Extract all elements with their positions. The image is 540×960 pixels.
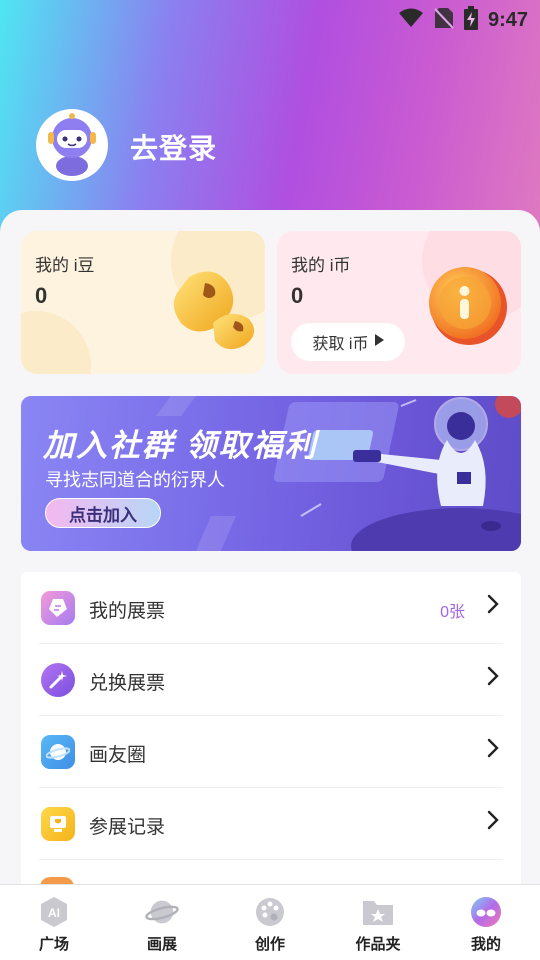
- tab-label-square: 广场: [38, 936, 69, 953]
- community-banner[interactable]: 加入社群 领取福利 寻找志同道合的衍界人 点击加入: [21, 396, 521, 551]
- play-arrow-icon: [374, 333, 384, 351]
- menu-label-exhibition-record: 参展记录: [89, 817, 166, 838]
- magic-wand-icon: [41, 663, 75, 697]
- battery-charging-icon: [463, 6, 478, 35]
- banner-subtitle: 寻找志同道合的衍界人: [45, 470, 225, 490]
- svg-text:AI: AI: [48, 906, 60, 920]
- tab-label-exhibition: 画展: [146, 936, 177, 953]
- beans-title: 我的 i豆: [35, 256, 95, 275]
- trophy-icon: [41, 807, 75, 841]
- beans-value: 0: [35, 283, 48, 308]
- menu-label-my-tickets: 我的展票: [89, 601, 166, 622]
- coin-icon: [427, 265, 509, 352]
- tab-label-mine: 我的: [470, 936, 501, 953]
- get-coins-label: 获取 i币: [312, 336, 369, 353]
- palette-icon: [253, 895, 287, 929]
- menu-item-redeem-tickets[interactable]: 兑换展票: [21, 644, 521, 716]
- chevron-right-icon: [487, 738, 499, 763]
- folder-star-icon: [361, 895, 395, 929]
- login-link[interactable]: 去登录: [130, 127, 217, 167]
- planet-icon: [145, 895, 179, 929]
- tab-square[interactable]: AI 广场: [0, 885, 108, 960]
- coins-card[interactable]: 我的 i币 0 获取 i币: [277, 231, 521, 374]
- menu-label-redeem-tickets: 兑换展票: [89, 673, 166, 694]
- tab-mine[interactable]: 我的: [432, 885, 540, 960]
- tab-create[interactable]: 创作: [216, 885, 324, 960]
- chevron-right-icon: [487, 666, 499, 691]
- tab-label-collection: 作品夹: [355, 936, 401, 953]
- avatar[interactable]: [36, 109, 108, 181]
- tab-collection[interactable]: 作品夹: [324, 885, 432, 960]
- banner-title: 加入社群 领取福利: [43, 428, 318, 463]
- bottom-tab-bar: AI 广场 画展 创作 作品夹 我的: [0, 884, 540, 960]
- status-time: 9:47: [487, 9, 528, 31]
- wifi-icon: [398, 8, 424, 33]
- coins-value: 0: [291, 283, 304, 308]
- no-sim-icon: [434, 7, 454, 34]
- planet-icon: [41, 735, 75, 769]
- tab-label-create: 创作: [254, 936, 285, 953]
- mine-avatar-icon: [469, 895, 503, 929]
- ticket-count: 0张: [440, 604, 465, 621]
- robot-avatar-icon: [42, 110, 102, 181]
- ai-icon: AI: [37, 895, 71, 929]
- menu-label-artist-circle: 画友圈: [89, 745, 147, 766]
- menu-item-my-tickets[interactable]: 我的展票 0张: [21, 572, 521, 644]
- menu-item-artist-circle[interactable]: 画友圈: [21, 716, 521, 788]
- main-content: 我的 i豆 0 我的 i币 0 获取 i币 加入社群 领取福利 寻找志同道合的衍…: [0, 210, 540, 960]
- beans-card[interactable]: 我的 i豆 0: [21, 231, 265, 374]
- chevron-right-icon: [487, 810, 499, 835]
- menu-list: 我的展票 0张 兑换展票 画友圈 参展记录: [21, 572, 521, 892]
- bean-icon: [171, 267, 257, 356]
- menu-item-exhibition-record[interactable]: 参展记录: [21, 788, 521, 860]
- get-coins-button[interactable]: 获取 i币: [291, 323, 405, 361]
- coins-title: 我的 i币: [291, 256, 351, 275]
- chevron-right-icon: [487, 594, 499, 619]
- join-button[interactable]: 点击加入: [45, 498, 161, 528]
- ticket-icon: [41, 591, 75, 625]
- status-bar: 9:47: [0, 0, 540, 36]
- tab-exhibition[interactable]: 画展: [108, 885, 216, 960]
